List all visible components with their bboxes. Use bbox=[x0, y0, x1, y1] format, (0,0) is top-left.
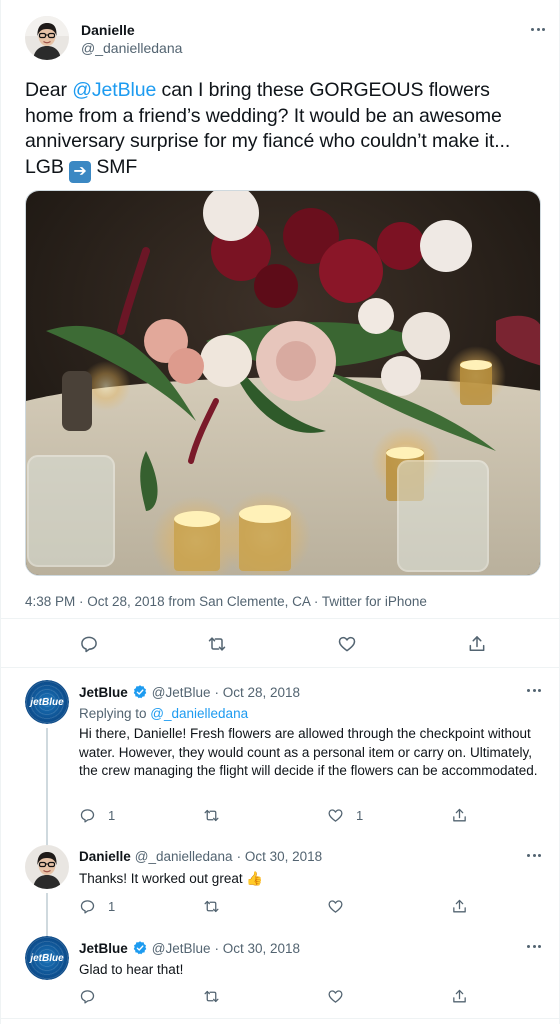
reply-jetblue-2[interactable]: jetBlue JetBlue @JetBlue · Oct 30, 2018 … bbox=[1, 936, 560, 1016]
retweet-icon bbox=[208, 637, 226, 651]
jetblue-avatar[interactable]: jetBlue bbox=[25, 936, 69, 980]
reply-author-name[interactable]: Danielle bbox=[79, 849, 131, 864]
reply-text-content: Thanks! It worked out great bbox=[79, 871, 243, 886]
danielle-avatar[interactable] bbox=[25, 845, 69, 889]
tweet-meta[interactable]: 4:38 PM · Oct 28, 2018 from San Clemente… bbox=[25, 594, 427, 609]
main-author-handle[interactable]: @_danielledana bbox=[81, 40, 182, 56]
thread-line bbox=[46, 728, 48, 848]
reply-jetblue-1[interactable]: jetBlue JetBlue @JetBlue · Oct 28, 2018 … bbox=[1, 680, 560, 848]
like-button[interactable]: 1 bbox=[327, 807, 363, 824]
tweet-photo[interactable] bbox=[25, 190, 541, 576]
reply-text: Hi there, Danielle! Fresh flowers are al… bbox=[79, 726, 538, 778]
reply-button[interactable]: 1 bbox=[79, 807, 115, 824]
heart-icon bbox=[328, 900, 343, 913]
danielle-avatar[interactable] bbox=[25, 16, 69, 60]
reply-icon bbox=[80, 990, 95, 1004]
retweet-icon bbox=[204, 990, 219, 1003]
share-icon bbox=[453, 989, 466, 1003]
more-options-icon[interactable] bbox=[527, 939, 541, 953]
verified-badge-icon bbox=[133, 685, 147, 699]
reply-date[interactable]: · Oct 28, 2018 bbox=[215, 685, 301, 700]
reply-actions: 1 1 bbox=[79, 807, 545, 827]
share-icon bbox=[469, 636, 485, 651]
like-button[interactable] bbox=[327, 898, 356, 915]
like-button[interactable] bbox=[337, 634, 357, 654]
share-button[interactable] bbox=[451, 807, 468, 824]
retweet-button[interactable] bbox=[203, 807, 232, 824]
like-button[interactable] bbox=[327, 988, 356, 1005]
like-count: 1 bbox=[356, 808, 364, 823]
replying-to-link[interactable]: @_danielledana bbox=[150, 706, 248, 721]
reply-text: Thanks! It worked out great 👍 bbox=[79, 870, 545, 889]
jetblue-avatar[interactable]: jetBlue bbox=[25, 680, 69, 724]
reply-date[interactable]: · Oct 30, 2018 bbox=[215, 941, 301, 956]
retweet-icon bbox=[204, 809, 219, 822]
reply-icon bbox=[80, 809, 95, 823]
reply-danielle[interactable]: Danielle @_danielledana · Oct 30, 2018 T… bbox=[1, 845, 560, 938]
heart-icon bbox=[338, 636, 356, 652]
tweet-thread: Danielle @_danielledana Dear @JetBlue ca… bbox=[0, 0, 560, 1024]
heart-icon bbox=[328, 809, 343, 822]
main-text-before: Dear bbox=[25, 79, 73, 101]
reply-date[interactable]: · Oct 30, 2018 bbox=[237, 849, 323, 864]
divider bbox=[1, 1018, 560, 1019]
mention-link[interactable]: @JetBlue bbox=[72, 79, 156, 101]
reply-icon bbox=[80, 900, 95, 914]
thread-line bbox=[46, 893, 48, 938]
reply-count: 1 bbox=[108, 808, 116, 823]
more-options-icon[interactable] bbox=[527, 848, 541, 862]
retweet-button[interactable] bbox=[203, 988, 232, 1005]
reply-text: Glad to hear that! bbox=[79, 962, 184, 977]
replying-prefix: Replying to bbox=[79, 706, 151, 721]
main-text-end: SMF bbox=[91, 155, 138, 178]
reply-button[interactable]: 1 bbox=[79, 898, 115, 915]
more-options-icon[interactable] bbox=[531, 22, 545, 36]
reply-author-handle[interactable]: @JetBlue bbox=[152, 941, 211, 956]
reply-author-handle[interactable]: @_danielledana bbox=[135, 849, 233, 864]
reply-header: Danielle @_danielledana · Oct 30, 2018 bbox=[79, 849, 322, 864]
reply-button[interactable] bbox=[79, 634, 99, 654]
retweet-button[interactable] bbox=[203, 898, 232, 915]
more-options-icon[interactable] bbox=[527, 683, 541, 697]
main-tweet-text: Dear @JetBlue can I bring these GORGEOUS… bbox=[25, 78, 525, 183]
reply-header: JetBlue @JetBlue · Oct 28, 2018 bbox=[79, 684, 300, 700]
right-arrow-emoji-icon: ➔ bbox=[69, 160, 92, 183]
replying-to: Replying to @_danielledana bbox=[79, 706, 248, 721]
thumbs-up-emoji-icon: 👍 bbox=[246, 871, 264, 886]
reply-header: JetBlue @JetBlue · Oct 30, 2018 bbox=[79, 940, 300, 956]
retweet-icon bbox=[204, 900, 219, 913]
reply-count: 1 bbox=[108, 899, 116, 914]
retweet-button[interactable] bbox=[207, 634, 227, 654]
verified-badge-icon bbox=[133, 941, 147, 955]
reply-author-name[interactable]: JetBlue bbox=[79, 941, 128, 956]
main-tweet-actions bbox=[1, 618, 560, 668]
share-button[interactable] bbox=[467, 634, 487, 654]
reply-actions bbox=[79, 988, 545, 1008]
share-button[interactable] bbox=[451, 988, 468, 1005]
reply-author-name[interactable]: JetBlue bbox=[79, 685, 128, 700]
reply-icon bbox=[81, 636, 97, 653]
share-icon bbox=[453, 899, 466, 913]
share-icon bbox=[453, 808, 466, 822]
main-tweet-header: Danielle @_danielledana bbox=[25, 14, 545, 64]
heart-icon bbox=[328, 990, 343, 1003]
reply-author-handle[interactable]: @JetBlue bbox=[152, 685, 211, 700]
jetblue-logo-text: jetBlue bbox=[30, 952, 64, 964]
share-button[interactable] bbox=[451, 898, 468, 915]
main-author-name[interactable]: Danielle bbox=[81, 22, 135, 38]
reply-button[interactable] bbox=[79, 988, 108, 1005]
jetblue-logo-text: jetBlue bbox=[30, 696, 64, 708]
flowers-photo-icon bbox=[26, 191, 540, 575]
reply-actions: 1 bbox=[79, 898, 545, 918]
